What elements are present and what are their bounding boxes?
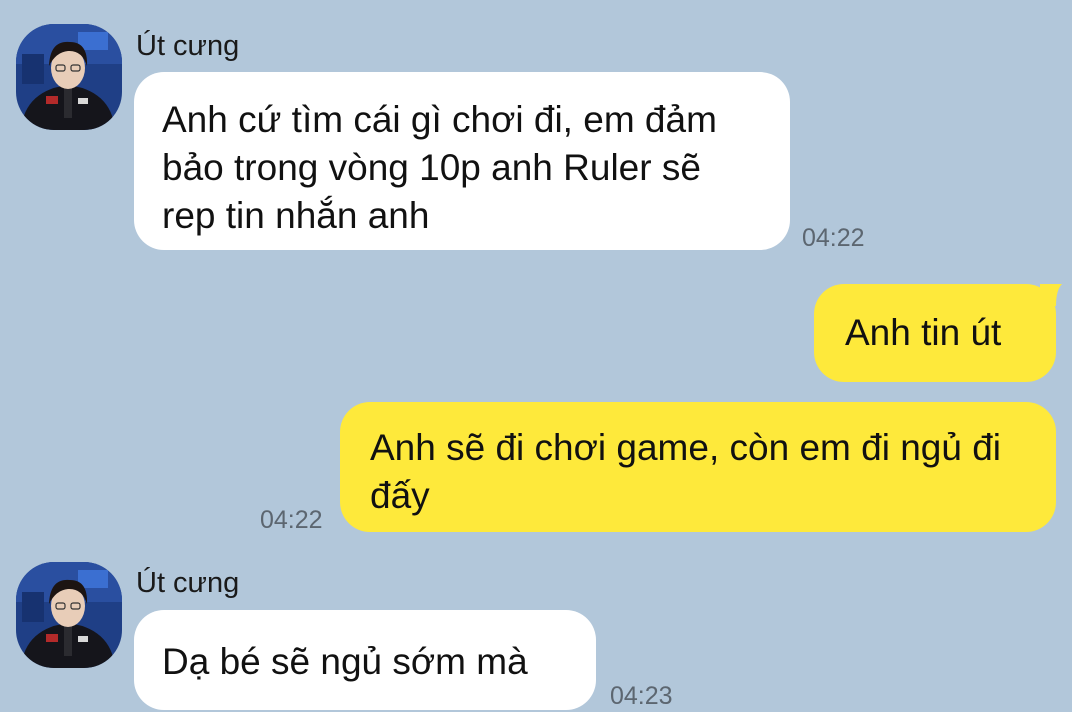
sender-avatar[interactable] — [16, 562, 122, 668]
sender-name: Út cưng — [136, 30, 240, 62]
message-text: Anh tin út — [845, 312, 1002, 353]
message-text: Anh sẽ đi chơi game, còn em đi ngủ đi đấ… — [370, 427, 1002, 516]
chat-conversation: Út cưng Anh cứ tìm cái gì chơi đi, em đả… — [0, 0, 1072, 712]
message-bubble[interactable]: Anh tin út — [814, 284, 1056, 382]
message-bubble[interactable]: Anh cứ tìm cái gì chơi đi, em đảm bảo tr… — [134, 72, 790, 250]
message-text: Anh cứ tìm cái gì chơi đi, em đảm bảo tr… — [162, 99, 717, 236]
profile-photo-icon — [16, 24, 122, 130]
bubble-tail — [1040, 284, 1062, 306]
message-text: Dạ bé sẽ ngủ sớm mà — [162, 641, 528, 682]
sender-avatar[interactable] — [16, 24, 122, 130]
message-time: 04:23 — [610, 682, 673, 710]
message-bubble[interactable]: Anh sẽ đi chơi game, còn em đi ngủ đi đấ… — [340, 402, 1056, 532]
message-time: 04:22 — [260, 506, 323, 534]
message-time: 04:22 — [802, 224, 865, 252]
sender-name: Út cưng — [136, 567, 240, 599]
profile-photo-icon — [16, 562, 122, 668]
message-bubble[interactable]: Dạ bé sẽ ngủ sớm mà — [134, 610, 596, 710]
